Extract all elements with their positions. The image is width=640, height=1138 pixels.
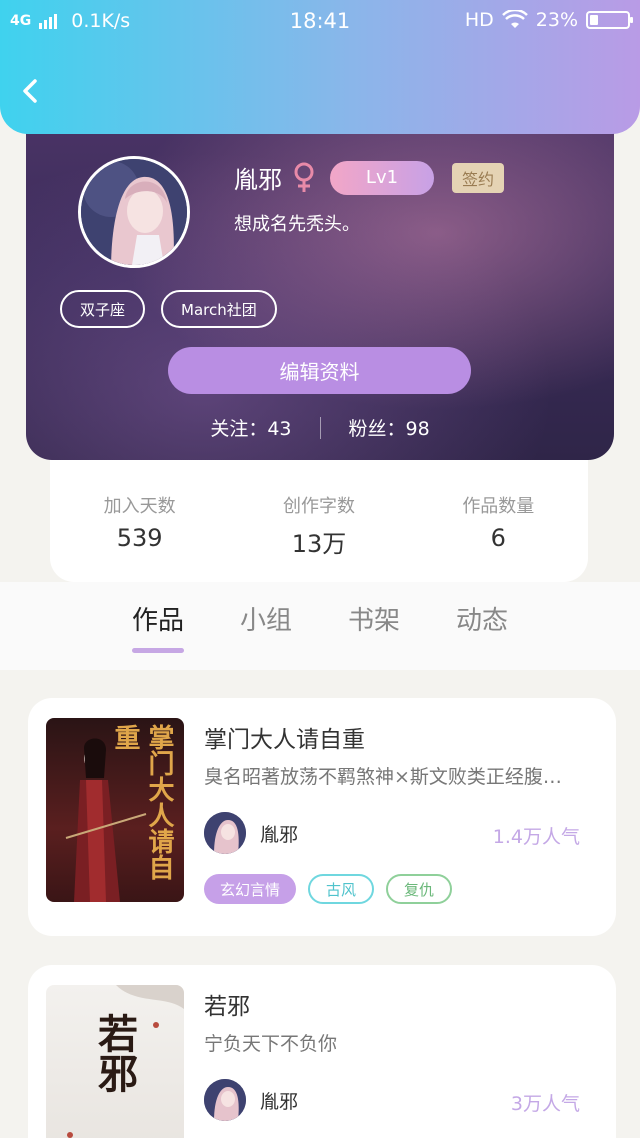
edit-profile-button[interactable]: 编辑资料 [168,347,471,394]
signed-badge: 签约 [452,162,505,193]
work-description: 宁负天下不负你 [204,1033,338,1055]
author-row[interactable]: 胤邪 [204,812,298,854]
app-header [0,44,640,134]
work-card[interactable]: 掌门大人请自重 掌门大人请自重 臭名昭著放荡不羁煞神×斯文败类正经腹… 胤邪 1… [28,698,616,936]
stat-value: 539 [116,524,163,552]
author-avatar [204,812,246,854]
work-description: 臭名昭著放荡不羁煞神×斯文败类正经腹… [204,766,562,788]
follow-row: 关注：43 粉丝：98 [26,414,614,441]
status-right: HD 23% [464,9,633,31]
genre-tag[interactable]: 玄幻言情 [204,874,297,904]
battery-icon [586,11,633,29]
stat-label: 作品数量 [462,496,535,517]
book-cover[interactable]: 若邪 [46,985,184,1138]
bio: 想成名先秃头。 [234,214,360,235]
hd-indicator: HD [464,9,494,31]
stat-value: 13万 [291,530,347,558]
popularity: 3万人气 [510,1093,580,1115]
name-row: 胤邪 Lv1 签约 [234,160,505,195]
tab-active-indicator [132,648,184,653]
stat-join-days: 加入天数 539 [50,460,229,582]
tab-works[interactable]: 作品 [104,600,212,653]
genre-tags: 玄幻言情 古风 复仇 [204,874,453,904]
tabs: 作品 小组 书架 动态 [104,600,536,653]
stats-card: 加入天数 539 创作字数 13万 作品数量 6 [50,460,588,582]
tab-bookshelf[interactable]: 书架 [320,600,428,637]
genre-tag[interactable]: 复仇 [386,874,453,904]
battery-fill [590,15,598,25]
battery-percent: 23% [535,9,578,31]
profile-tag[interactable]: 双子座 [60,290,146,328]
stat-label: 加入天数 [103,496,176,517]
author-name: 胤邪 [260,823,299,846]
book-cover[interactable]: 掌门大人请自重 [46,718,184,902]
author-row[interactable]: 胤邪 [204,1079,298,1121]
stat-word-count: 创作字数 13万 [229,460,408,582]
cover-title: 掌门大人请自重 [110,724,174,880]
stat-work-count: 作品数量 6 [409,460,588,582]
tab-groups[interactable]: 小组 [212,600,320,637]
stat-value: 6 [490,524,506,552]
tab-bar: 作品 小组 书架 动态 [0,582,640,670]
female-icon [294,162,314,192]
tab-label: 小组 [239,606,292,636]
profile-banner: 胤邪 Lv1 签约 想成名先秃头。 双子座 March社团 编辑资料 关注：43… [26,110,614,460]
level-badge: Lv1 [330,160,434,195]
profile-tags: 双子座 March社团 [60,290,277,328]
genre-tag[interactable]: 古风 [308,874,375,904]
work-title[interactable]: 掌门大人请自重 [204,720,365,754]
following-count[interactable]: 关注：43 [210,414,291,441]
author-avatar [204,1079,246,1121]
tab-label: 动态 [455,606,508,636]
cover-title: 若邪 [91,1013,138,1093]
stat-label: 创作字数 [282,496,355,517]
work-card[interactable]: 若邪 若邪 宁负天下不负你 胤邪 3万人气 [28,965,616,1138]
avatar-illustration [81,159,187,265]
fans-count[interactable]: 粉丝：98 [349,414,430,441]
divider [319,416,321,439]
wifi-icon [501,10,528,28]
author-name: 胤邪 [260,1090,299,1113]
work-title[interactable]: 若邪 [204,987,250,1021]
tab-activity[interactable]: 动态 [428,600,536,637]
tab-label: 书架 [347,606,400,636]
status-bar: 4G 0.1K/s 18:41 HD 23% [0,0,640,44]
profile-tag[interactable]: March社团 [161,290,277,328]
tab-label: 作品 [131,606,184,636]
username: 胤邪 [234,166,282,194]
popularity: 1.4万人气 [492,826,580,848]
avatar[interactable] [78,156,190,268]
back-arrow-icon[interactable] [18,78,44,104]
